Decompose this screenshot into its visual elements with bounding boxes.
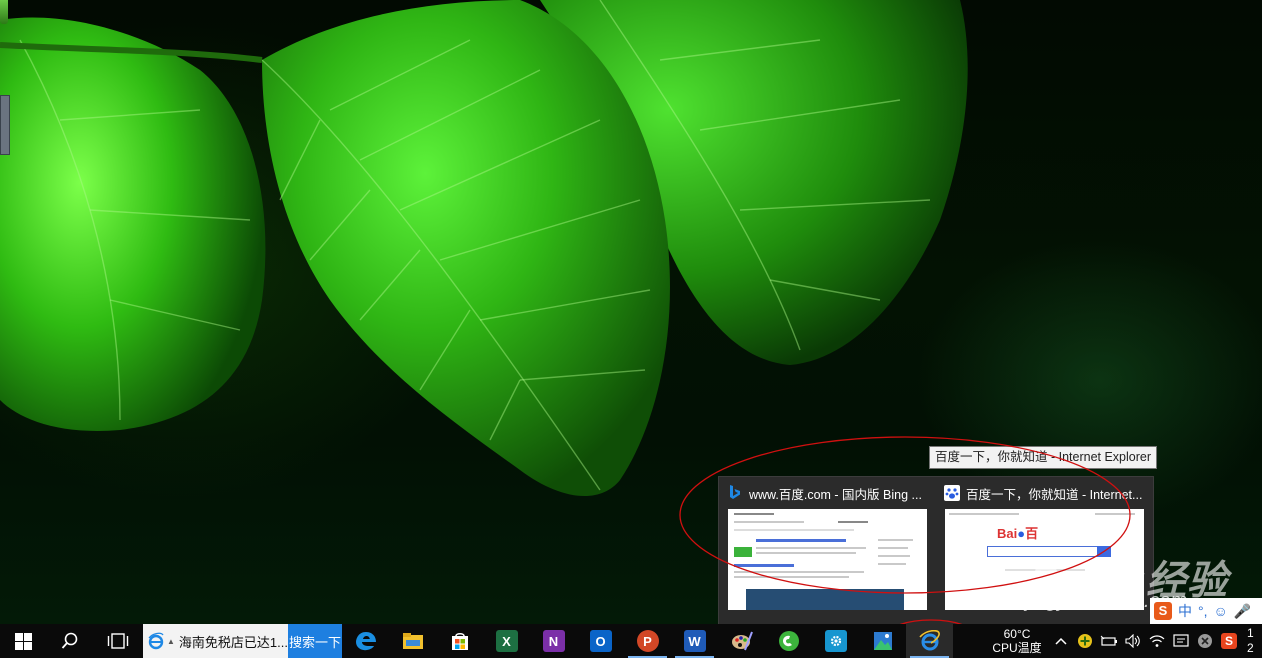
ie-icon bbox=[918, 630, 940, 651]
search-go-button[interactable]: 搜索一下 bbox=[288, 624, 342, 658]
ime-toolbar[interactable]: S 中 °, ☺ 🎤 bbox=[1150, 598, 1262, 624]
taskbar-edge[interactable] bbox=[342, 624, 389, 658]
caret-up-icon: ▲ bbox=[167, 636, 175, 646]
onenote-icon: N bbox=[542, 630, 565, 652]
powerpoint-icon: P bbox=[636, 630, 659, 652]
task-view-icon bbox=[107, 633, 129, 649]
taskbar-store[interactable] bbox=[436, 624, 483, 658]
close-circle-icon[interactable] bbox=[1193, 624, 1217, 658]
clock[interactable]: 1 2 bbox=[1241, 624, 1262, 658]
sogou-tray-icon[interactable]: S bbox=[1217, 624, 1241, 658]
edge-icon bbox=[355, 632, 376, 651]
search-query: 海南免税店已达1... bbox=[178, 634, 288, 650]
excel-icon: X bbox=[495, 630, 518, 652]
taskbar-internet-explorer[interactable] bbox=[906, 624, 953, 658]
paint-icon bbox=[731, 631, 753, 651]
battery-icon[interactable] bbox=[1097, 624, 1121, 658]
ie-icon bbox=[148, 632, 164, 650]
ie-tooltip: 百度一下，你就知道 - Internet Explorer bbox=[929, 446, 1158, 469]
search-icon bbox=[61, 632, 77, 649]
store-icon bbox=[451, 633, 468, 650]
action-center-icon[interactable] bbox=[1169, 624, 1193, 658]
settings-app-icon bbox=[824, 630, 847, 652]
chevron-up-icon[interactable] bbox=[1049, 624, 1073, 658]
taskbar-excel[interactable]: X bbox=[483, 624, 530, 658]
wifi-icon[interactable] bbox=[1145, 624, 1169, 658]
baidu-paw-icon bbox=[944, 485, 960, 501]
taskbar-paint[interactable] bbox=[718, 624, 765, 658]
clock-date: 2 bbox=[1247, 641, 1254, 655]
preview-banner bbox=[746, 589, 904, 610]
ime-mode[interactable]: 中 bbox=[1178, 601, 1192, 621]
yellow-plus-icon[interactable] bbox=[1073, 624, 1097, 658]
smiley-icon[interactable]: ☺ bbox=[1214, 603, 1228, 619]
taskbar-settings-app[interactable] bbox=[812, 624, 859, 658]
word-icon: W bbox=[683, 630, 706, 652]
thumbnail-title: 百度一下，你就知道 - Internet... bbox=[966, 487, 1143, 502]
thumbnail-header: 百度一下，你就知道 - Internet... bbox=[944, 484, 1145, 502]
edge-scrollbar[interactable] bbox=[0, 95, 10, 155]
volume-icon[interactable] bbox=[1121, 624, 1145, 658]
taskbar-powerpoint[interactable]: P bbox=[624, 624, 671, 658]
file-explorer-icon bbox=[402, 633, 423, 649]
microphone-icon[interactable]: 🎤 bbox=[1234, 603, 1251, 620]
360-browser-icon bbox=[778, 631, 799, 651]
thumbnail-title: www.百度.com - 国内版 Bing ... bbox=[749, 487, 922, 502]
search-button[interactable] bbox=[46, 624, 93, 658]
taskbar-360-browser[interactable] bbox=[765, 624, 812, 658]
system-tray: S 1 2 bbox=[1049, 624, 1262, 658]
thumbnail-bing[interactable]: www.百度.com - 国内版 Bing ... bbox=[719, 477, 934, 625]
clock-time: 1 bbox=[1247, 626, 1254, 640]
start-icon bbox=[14, 632, 32, 650]
task-view-button[interactable] bbox=[93, 624, 143, 658]
taskbar-outlook[interactable]: O bbox=[577, 624, 624, 658]
cpu-temp-value: 60°C bbox=[1003, 627, 1031, 641]
cpu-temperature-widget[interactable]: 60°C CPU温度 bbox=[985, 624, 1049, 658]
sogou-s-icon[interactable]: S bbox=[1154, 602, 1172, 620]
baidu-logo: Bai●百 bbox=[997, 526, 1039, 541]
ime-punctuation[interactable]: °, bbox=[1198, 603, 1208, 619]
taskbar-photo-app[interactable] bbox=[859, 624, 906, 658]
photo-app-icon bbox=[873, 632, 892, 650]
thumbnail-screenshot bbox=[728, 509, 927, 610]
search-field[interactable]: ▲ 海南免税店已达1... bbox=[143, 624, 288, 658]
thumbnail-header: www.百度.com - 国内版 Bing ... bbox=[727, 484, 928, 502]
taskbar-onenote[interactable]: N bbox=[530, 624, 577, 658]
edge-handle[interactable] bbox=[0, 0, 8, 24]
taskbar-word[interactable]: W bbox=[671, 624, 718, 658]
outlook-icon: O bbox=[589, 630, 612, 652]
taskbar: ▲ 海南免税店已达1... 搜索一下 X N O P W 60°C CPU温度 … bbox=[0, 624, 1262, 658]
bing-icon bbox=[727, 485, 743, 501]
taskbar-file-explorer[interactable] bbox=[389, 624, 436, 658]
start-button[interactable] bbox=[0, 624, 46, 658]
cpu-temp-label: CPU温度 bbox=[992, 641, 1042, 655]
taskbar-search-widget[interactable]: ▲ 海南免税店已达1... 搜索一下 bbox=[143, 624, 342, 658]
